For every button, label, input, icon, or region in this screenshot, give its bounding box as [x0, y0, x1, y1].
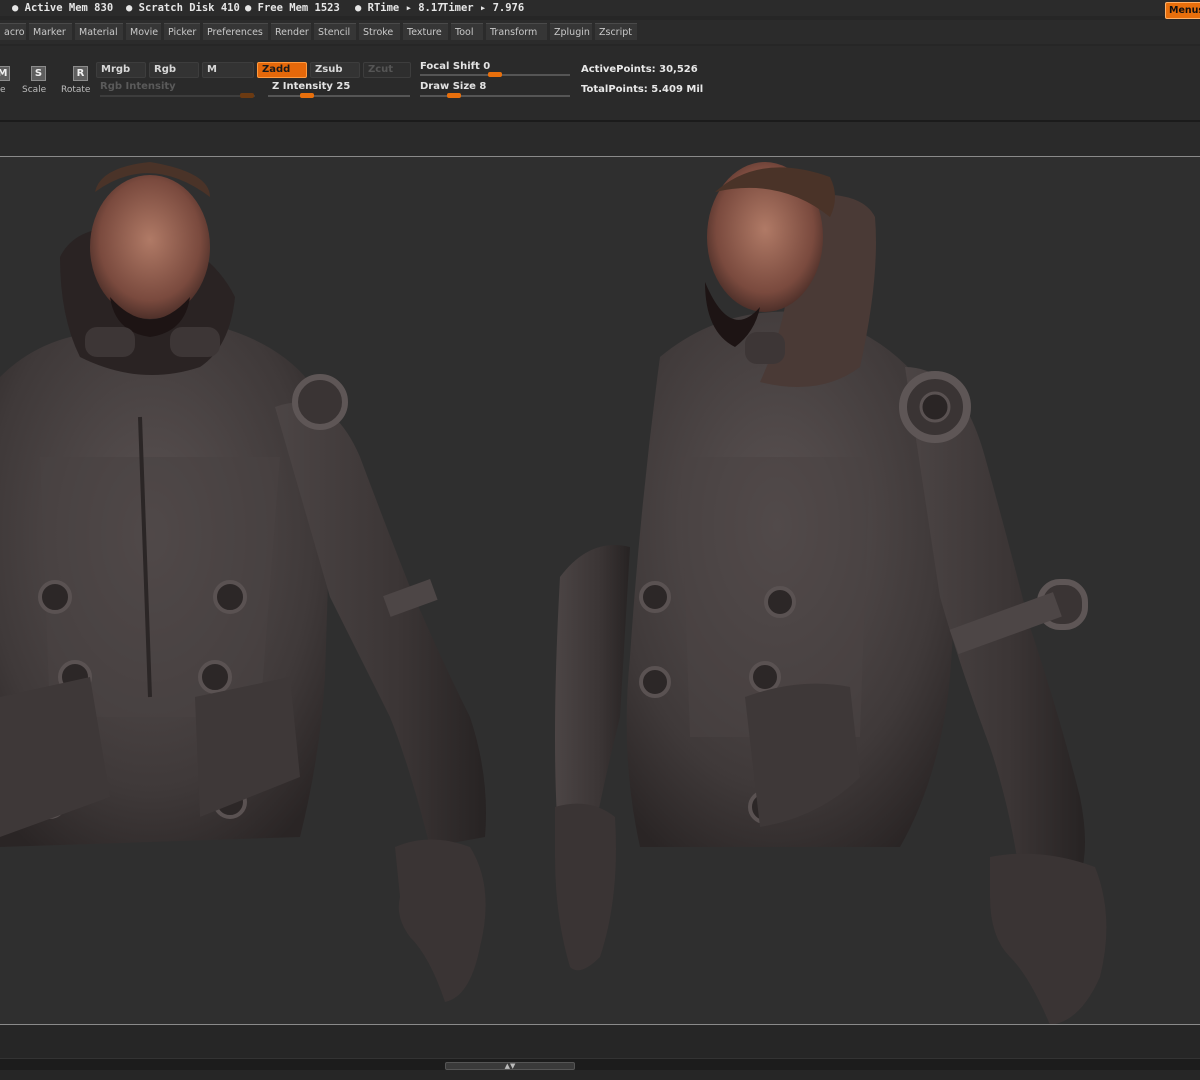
- status-bar: ● Active Mem 830 ● Scratch Disk 410 ● Fr…: [0, 0, 1200, 16]
- tray-toggle-handle[interactable]: ▲▼: [445, 1062, 575, 1070]
- rotate-icon[interactable]: R: [73, 66, 88, 81]
- menus-button[interactable]: Menus: [1165, 2, 1200, 19]
- move-icon[interactable]: M: [0, 66, 10, 81]
- rgb-intensity-knob[interactable]: [240, 93, 254, 98]
- move-label: e: [0, 85, 6, 95]
- menu-picker[interactable]: Picker: [164, 23, 200, 40]
- bottom-tray: ▲▼: [0, 1026, 1200, 1080]
- menu-transform[interactable]: Transform: [486, 23, 547, 40]
- z-intensity-label: Z Intensity 25: [272, 81, 351, 92]
- rotate-label: Rotate: [61, 85, 91, 95]
- rtime-readout: ● RTime ▸ 8.17: [355, 2, 444, 14]
- z-intensity-knob[interactable]: [300, 93, 314, 98]
- menu-preferences[interactable]: Preferences: [203, 23, 268, 40]
- menu-marker[interactable]: Marker: [29, 23, 72, 40]
- sculpt-render: [0, 162, 1107, 1024]
- character-sculpt-three-quarter: [555, 162, 1107, 1024]
- rgb-intensity-label: Rgb Intensity: [100, 81, 176, 92]
- active-points-readout: ActivePoints: 30,526: [581, 64, 698, 75]
- rgb-button[interactable]: Rgb: [149, 62, 199, 78]
- z-intensity-slider[interactable]: [268, 95, 410, 97]
- menu-tool[interactable]: Tool: [451, 23, 483, 40]
- menu-zplugin[interactable]: Zplugin: [550, 23, 592, 40]
- menu-material[interactable]: Material: [75, 23, 123, 40]
- lower-shelf: [0, 122, 1200, 156]
- menu-render[interactable]: Render: [271, 23, 311, 40]
- character-sculpt-front: [0, 162, 486, 1002]
- m-button[interactable]: M: [202, 62, 254, 78]
- zcut-button[interactable]: Zcut: [363, 62, 411, 78]
- mrgb-button[interactable]: Mrgb: [96, 62, 146, 78]
- draw-size-label: Draw Size 8: [420, 81, 487, 92]
- timer-readout: Timer ▸ 7.976: [442, 2, 525, 14]
- menu-stencil[interactable]: Stencil: [314, 23, 356, 40]
- total-points-readout: TotalPoints: 5.409 Mil: [581, 84, 704, 95]
- zadd-button[interactable]: Zadd: [257, 62, 307, 78]
- rgb-intensity-slider[interactable]: [100, 95, 255, 97]
- scratch-disk-readout: ● Scratch Disk 410: [126, 2, 240, 14]
- focal-shift-knob[interactable]: [488, 72, 502, 77]
- scale-label: Scale: [22, 85, 47, 95]
- scale-icon[interactable]: S: [31, 66, 46, 81]
- menu-stroke[interactable]: Stroke: [359, 23, 400, 40]
- bottom-strip: [0, 1058, 1200, 1070]
- free-mem-readout: ● Free Mem 1523: [245, 2, 340, 14]
- draw-size-knob[interactable]: [447, 93, 462, 98]
- active-mem-readout: ● Active Mem 830: [12, 2, 114, 14]
- document-canvas[interactable]: [0, 156, 1200, 1025]
- menu-movie[interactable]: Movie: [126, 23, 161, 40]
- draw-size-slider[interactable]: [420, 95, 570, 97]
- chevron-up-icon: ▲▼: [504, 1062, 516, 1070]
- menu-zscript[interactable]: Zscript: [595, 23, 637, 40]
- menu-macro[interactable]: acro: [0, 23, 26, 40]
- zsub-button[interactable]: Zsub: [310, 62, 360, 78]
- top-shelf-toolbar: M e S Scale R Rotate Mrgb Rgb M Zadd Zsu…: [0, 46, 1200, 120]
- focal-shift-label: Focal Shift 0: [420, 61, 491, 72]
- menu-bar: acro Marker Material Movie Picker Prefer…: [0, 20, 1200, 44]
- menu-texture[interactable]: Texture: [403, 23, 448, 40]
